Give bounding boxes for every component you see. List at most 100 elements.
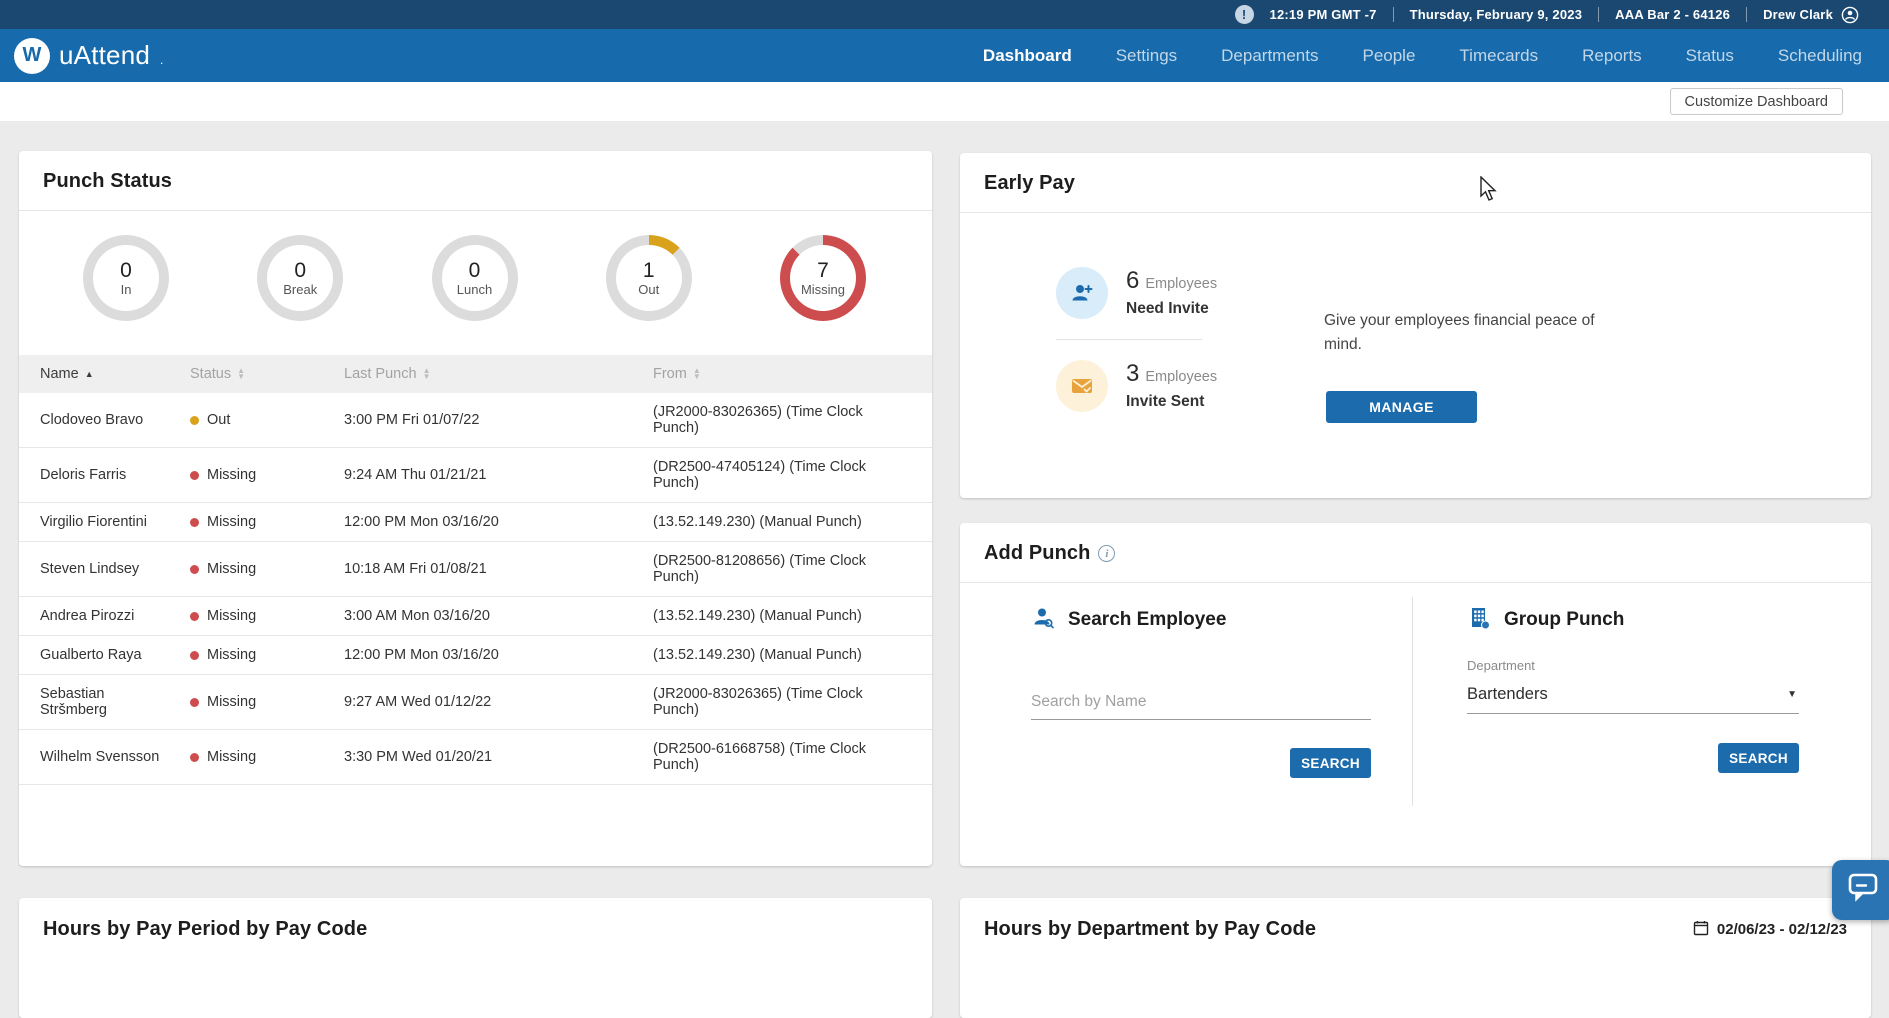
chat-bubble-icon	[1847, 872, 1881, 909]
sort-asc-icon: ▲	[85, 369, 94, 379]
manage-button[interactable]: MANAGE	[1326, 391, 1477, 423]
invite-sent-unit: Employees	[1145, 369, 1217, 385]
nav-item[interactable]: Timecards	[1459, 46, 1538, 66]
person-add-icon	[1056, 267, 1108, 319]
column-header-from[interactable]: From ▲▼	[653, 355, 932, 393]
status-dot	[190, 698, 199, 707]
nav-item[interactable]: People	[1362, 46, 1415, 66]
cell-last-punch: 12:00 PM Mon 03/16/20	[344, 636, 653, 674]
cell-last-punch: 12:00 PM Mon 03/16/20	[344, 503, 653, 541]
stat-divider	[1056, 339, 1202, 340]
donut-label: In	[121, 282, 132, 297]
donut-label: Out	[638, 282, 659, 297]
punch-donut: 0 In	[83, 235, 169, 321]
punch-donut: 0 Lunch	[432, 235, 518, 321]
cell-name: Deloris Farris	[40, 456, 190, 494]
chevron-down-icon: ▼	[1787, 689, 1797, 700]
table-body: Clodoveo Bravo Out 3:00 PM Fri 01/07/22 …	[19, 393, 932, 785]
cell-status: Missing	[190, 683, 344, 721]
search-employee-title: Search Employee	[1068, 609, 1226, 631]
hours-by-department-card: Hours by Department by Pay Code 02/06/23…	[960, 898, 1871, 1018]
user-name: Drew Clark	[1763, 7, 1833, 22]
status-dot	[190, 753, 199, 762]
table-row[interactable]: Wilhelm Svensson Missing 3:30 PM Wed 01/…	[19, 730, 932, 785]
account-name[interactable]: AAA Bar 2 - 64126	[1599, 7, 1746, 22]
cell-name: Clodoveo Bravo	[40, 401, 190, 439]
chat-widget-button[interactable]	[1832, 860, 1889, 920]
cell-from: (13.52.149.230) (Manual Punch)	[653, 597, 932, 635]
table-row[interactable]: Steven Lindsey Missing 10:18 AM Fri 01/0…	[19, 542, 932, 597]
group-punch-section: Group Punch Department Bartenders ▼ SEAR…	[1412, 605, 1871, 778]
nav-item[interactable]: Status	[1686, 46, 1734, 66]
nav-item[interactable]: Reports	[1582, 46, 1642, 66]
mail-check-icon	[1056, 360, 1108, 412]
search-employee-button[interactable]: SEARCH	[1290, 748, 1371, 778]
cell-last-punch: 9:27 AM Wed 01/12/22	[344, 683, 653, 721]
punch-status-header: Punch Status	[19, 151, 932, 211]
punch-status-table: Name ▲ Status ▲▼ Last Punch ▲▼ From ▲▼	[19, 355, 932, 785]
column-header-last-punch[interactable]: Last Punch ▲▼	[344, 355, 653, 393]
early-pay-description: Give your employees financial peace of m…	[1324, 309, 1634, 357]
cell-name: Steven Lindsey	[40, 550, 190, 588]
section-divider	[1412, 597, 1413, 806]
hours-by-pay-period-title: Hours by Pay Period by Pay Code	[43, 918, 367, 941]
date-range-picker[interactable]: 02/06/23 - 02/12/23	[1693, 920, 1847, 940]
cell-from: (13.52.149.230) (Manual Punch)	[653, 503, 932, 541]
early-pay-body: 6 Employees Need Invite	[960, 213, 1871, 423]
department-select[interactable]: Bartenders ▼	[1467, 683, 1799, 714]
table-row[interactable]: Deloris Farris Missing 9:24 AM Thu 01/21…	[19, 448, 932, 503]
search-employee-section: Search Employee SEARCH	[960, 605, 1412, 778]
user-menu[interactable]: Drew Clark	[1747, 6, 1875, 24]
table-header-row: Name ▲ Status ▲▼ Last Punch ▲▼ From ▲▼	[19, 355, 932, 393]
add-punch-title: Add Punch	[984, 542, 1090, 565]
status-text: Missing	[207, 561, 256, 577]
table-row[interactable]: Clodoveo Bravo Out 3:00 PM Fri 01/07/22 …	[19, 393, 932, 448]
nav-item[interactable]: Settings	[1116, 46, 1177, 66]
column-header-name[interactable]: Name ▲	[40, 355, 190, 393]
cell-from: (JR2000-83026365) (Time Clock Punch)	[653, 675, 932, 729]
department-value: Bartenders	[1467, 685, 1548, 704]
cell-from: (JR2000-83026365) (Time Clock Punch)	[653, 393, 932, 447]
group-punch-search-button[interactable]: SEARCH	[1718, 743, 1799, 773]
status-dot	[190, 651, 199, 660]
table-row[interactable]: Gualberto Raya Missing 12:00 PM Mon 03/1…	[19, 636, 932, 675]
table-row[interactable]: Virgilio Fiorentini Missing 12:00 PM Mon…	[19, 503, 932, 542]
nav-item[interactable]: Scheduling	[1778, 46, 1862, 66]
early-pay-stats: 6 Employees Need Invite	[1056, 267, 1272, 423]
cell-last-punch: 3:30 PM Wed 01/20/21	[344, 738, 653, 776]
cell-name: Andrea Pirozzi	[40, 597, 190, 635]
need-invite-count: 6	[1126, 267, 1139, 295]
nav-item[interactable]: Dashboard	[983, 46, 1072, 66]
top-utility-bar: ! 12:19 PM GMT -7 Thursday, February 9, …	[0, 0, 1889, 29]
nav-item[interactable]: Departments	[1221, 46, 1318, 66]
search-employee-input[interactable]	[1031, 689, 1371, 720]
status-text: Missing	[207, 608, 256, 624]
user-profile-icon	[1841, 6, 1859, 24]
cell-status: Out	[190, 401, 344, 439]
status-dot	[190, 471, 199, 480]
uattend-logo[interactable]: W uAttend .	[14, 38, 163, 74]
calendar-icon	[1693, 920, 1709, 940]
cell-status: Missing	[190, 636, 344, 674]
status-text: Missing	[207, 647, 256, 663]
brand-trademark: .	[160, 53, 163, 67]
customize-dashboard-button[interactable]: Customize Dashboard	[1670, 88, 1843, 115]
invite-sent-label: Invite Sent	[1126, 393, 1217, 411]
cell-status: Missing	[190, 503, 344, 541]
table-row[interactable]: Sebastian Stršmberg Missing 9:27 AM Wed …	[19, 675, 932, 730]
donut-value: 0	[294, 260, 306, 282]
info-icon[interactable]: i	[1098, 545, 1115, 562]
alert-info-icon[interactable]: !	[1235, 5, 1254, 24]
left-column: Punch Status 0 In 0 Break	[19, 151, 932, 1018]
donut-value: 7	[817, 260, 829, 282]
add-punch-header: Add Punch i	[960, 523, 1871, 583]
table-row[interactable]: Andrea Pirozzi Missing 3:00 AM Mon 03/16…	[19, 597, 932, 636]
status-text: Out	[207, 412, 230, 428]
add-punch-card: Add Punch i Search Employee SEARCH	[960, 523, 1871, 866]
sort-icon: ▲▼	[693, 368, 701, 380]
uattend-logo-icon: W	[14, 38, 50, 74]
status-dot	[190, 416, 199, 425]
cell-last-punch: 9:24 AM Thu 01/21/21	[344, 456, 653, 494]
status-dot	[190, 565, 199, 574]
column-header-status[interactable]: Status ▲▼	[190, 355, 344, 393]
